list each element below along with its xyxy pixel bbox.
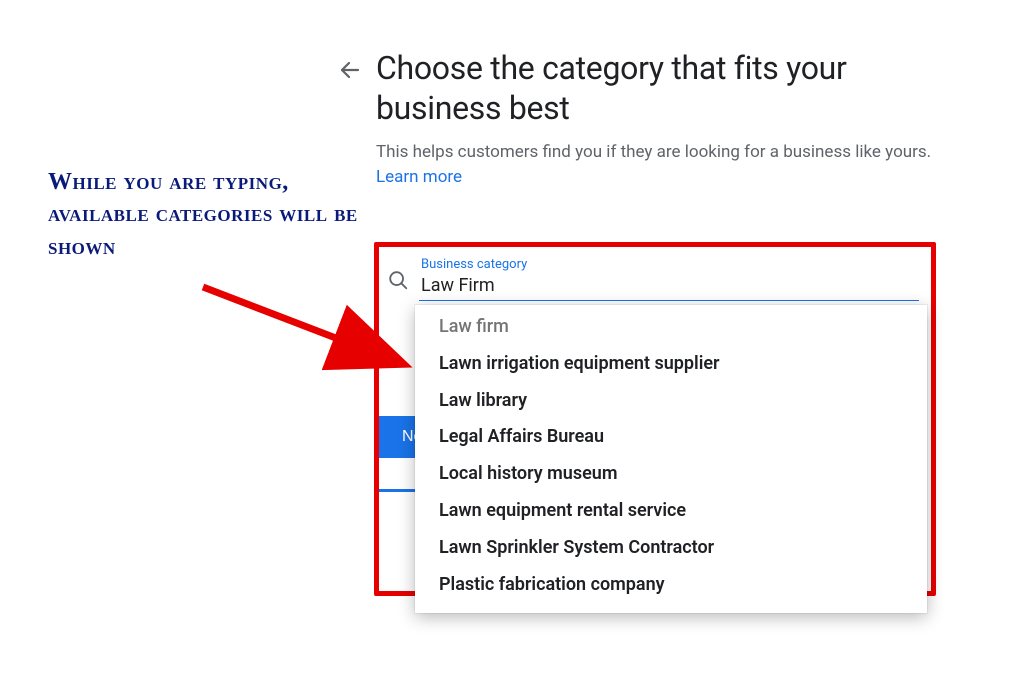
annotation-callout: While you are typing, available categori… (48, 166, 368, 263)
suggestion-item[interactable]: Lawn equipment rental service (415, 493, 927, 530)
suggestion-item[interactable]: Law library (415, 383, 927, 420)
field-label: Business category (419, 257, 919, 272)
suggestion-item[interactable]: Local history museum (415, 456, 927, 493)
page-title: Choose the category that fits your busin… (376, 48, 938, 128)
suggestion-item[interactable]: Law firm (415, 309, 927, 346)
back-arrow-icon[interactable] (338, 48, 362, 87)
annotation-highlight-box: Business category Law firm Lawn irrigati… (374, 242, 936, 596)
business-category-input[interactable] (419, 273, 919, 301)
suggestion-item[interactable]: Lawn Sprinkler System Contractor (415, 530, 927, 567)
subtext-text: This helps customers find you if they ar… (376, 142, 931, 162)
learn-more-link[interactable]: Learn more (376, 167, 462, 187)
suggestion-item[interactable]: Lawn irrigation equipment supplier (415, 346, 927, 383)
suggestion-item[interactable]: Plastic fabrication company (415, 567, 927, 604)
annotation-arrow (195, 275, 415, 395)
autocomplete-dropdown: Law firm Lawn irrigation equipment suppl… (415, 305, 927, 613)
suggestion-item[interactable]: Legal Affairs Bureau (415, 419, 927, 456)
page-subtext: This helps customers find you if they ar… (376, 140, 938, 189)
